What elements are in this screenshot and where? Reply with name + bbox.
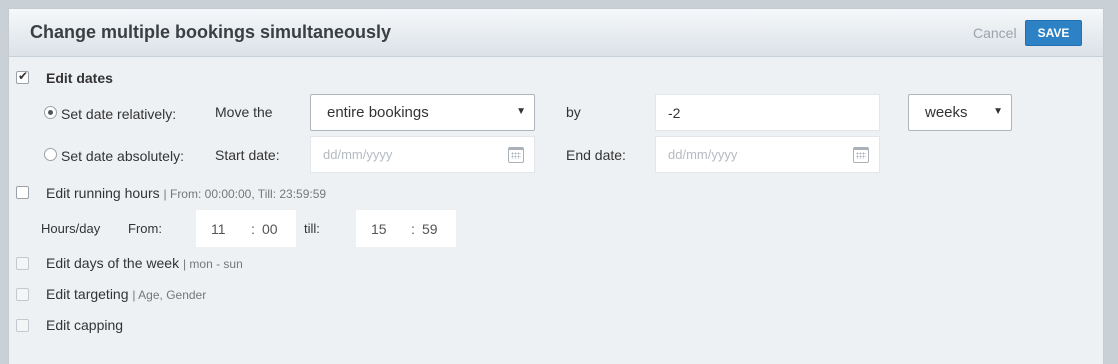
edit-days-checkbox[interactable] — [16, 257, 29, 270]
till-time-input[interactable]: 15 : 59 — [356, 210, 456, 247]
move-target-value: entire bookings — [327, 104, 429, 121]
save-button[interactable]: SAVE — [1025, 20, 1082, 46]
by-label: by — [566, 104, 581, 120]
edit-running-hours-checkbox[interactable] — [16, 186, 29, 199]
calendar-icon[interactable] — [853, 147, 869, 163]
edit-dates-checkbox[interactable]: ✔ — [16, 69, 29, 84]
from-minute[interactable]: 00 — [262, 221, 278, 237]
start-date-label: Start date: — [215, 147, 280, 163]
set-date-relatively-radio[interactable] — [44, 106, 57, 119]
start-date-input[interactable]: dd/mm/yyyy — [310, 136, 535, 173]
running-hours-summary: | From: 00:00:00, Till: 23:59:59 — [163, 187, 327, 201]
checkmark-icon: ✔ — [18, 69, 29, 83]
till-label: till: — [304, 221, 320, 236]
end-date-label: End date: — [566, 147, 626, 163]
dialog-header: Change multiple bookings simultaneously … — [9, 9, 1103, 57]
end-date-input[interactable]: dd/mm/yyyy — [655, 136, 880, 173]
dropdown-caret-icon: ▼ — [993, 106, 1003, 117]
cancel-button[interactable]: Cancel — [973, 25, 1017, 41]
edit-capping-checkbox[interactable] — [16, 319, 29, 332]
from-hour[interactable]: 11 — [211, 221, 226, 237]
move-target-select[interactable]: entire bookings ▼ — [310, 94, 535, 131]
page-backdrop: Change multiple bookings simultaneously … — [0, 0, 1118, 364]
edit-targeting-checkbox[interactable] — [16, 288, 29, 301]
edit-capping-label: Edit capping — [46, 317, 124, 333]
set-date-absolutely-radio[interactable] — [44, 148, 57, 161]
calendar-icon[interactable] — [508, 147, 524, 163]
set-date-relatively-label: Set date relatively: — [61, 106, 177, 122]
time-separator: : — [251, 221, 255, 237]
till-minute[interactable]: 59 — [422, 221, 438, 237]
time-separator: : — [411, 221, 415, 237]
move-label: Move the — [215, 104, 273, 120]
edit-running-hours-label: Edit running hours — [46, 185, 160, 201]
till-hour[interactable]: 15 — [371, 221, 387, 237]
shift-unit-select[interactable]: weeks ▼ — [908, 94, 1012, 131]
end-date-placeholder: dd/mm/yyyy — [668, 147, 738, 162]
dropdown-caret-icon: ▼ — [516, 106, 526, 117]
bulk-edit-dialog: Change multiple bookings simultaneously … — [8, 8, 1104, 364]
hours-per-day-label: Hours/day — [41, 221, 101, 236]
shift-amount-input[interactable]: -2 — [655, 94, 880, 131]
edit-running-hours-row: Edit running hours | From: 00:00:00, Til… — [46, 185, 326, 201]
targeting-summary: | Age, Gender — [132, 288, 207, 302]
shift-amount-value: -2 — [668, 105, 681, 121]
start-date-placeholder: dd/mm/yyyy — [323, 147, 393, 162]
edit-dates-label: Edit dates — [46, 70, 113, 86]
edit-targeting-row: Edit targeting | Age, Gender — [46, 286, 206, 302]
days-summary: | mon - sun — [182, 257, 243, 271]
set-date-absolutely-label: Set date absolutely: — [61, 148, 184, 164]
shift-unit-value: weeks — [925, 104, 968, 121]
edit-days-label: Edit days of the week — [46, 255, 180, 271]
from-time-input[interactable]: 11 : 00 — [196, 210, 296, 247]
dialog-title: Change multiple bookings simultaneously — [30, 22, 392, 42]
edit-days-row: Edit days of the week | mon - sun — [46, 255, 243, 271]
radio-selected-dot — [48, 110, 53, 115]
from-label: From: — [128, 221, 162, 236]
edit-targeting-label: Edit targeting — [46, 286, 129, 302]
